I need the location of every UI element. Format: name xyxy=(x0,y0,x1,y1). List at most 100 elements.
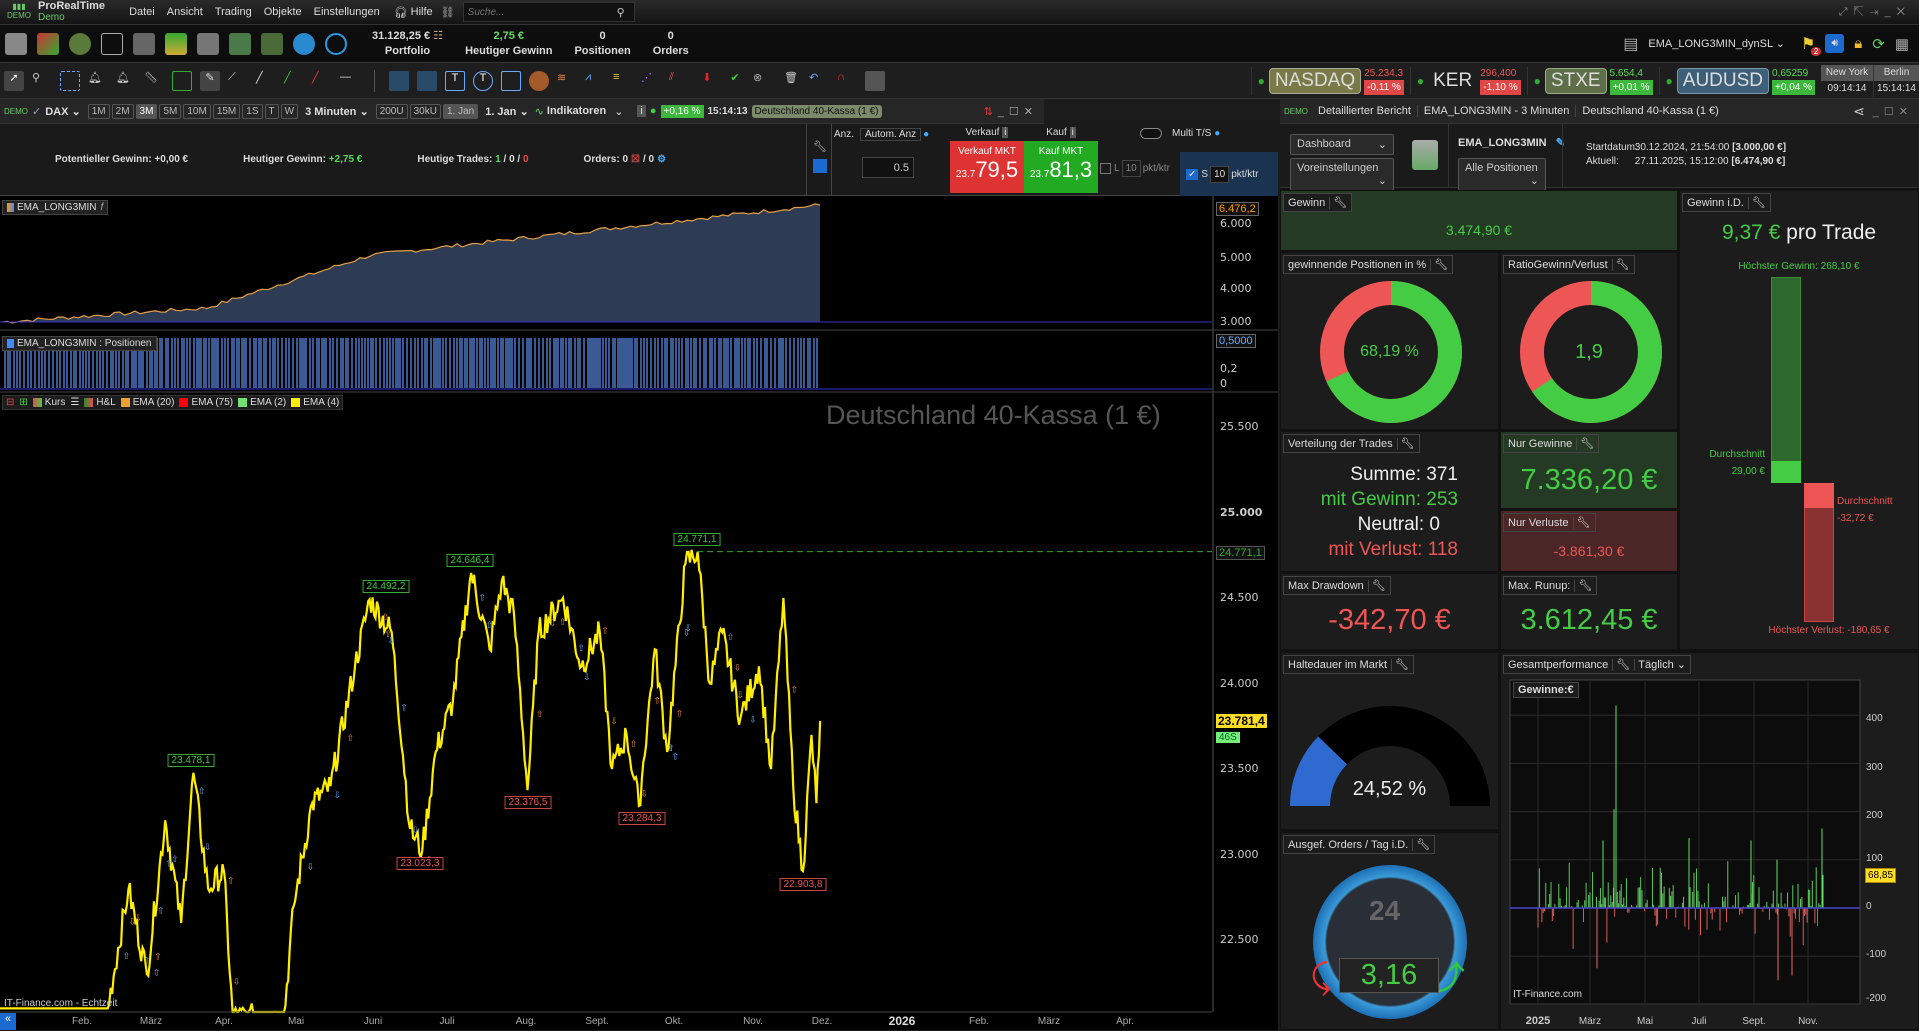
collapse-icon[interactable]: ⊟ xyxy=(6,397,14,408)
wrench-icon[interactable]: 🔧︎ xyxy=(1747,197,1766,209)
quantity-input[interactable] xyxy=(862,157,914,178)
timeframe-15m[interactable]: 15M xyxy=(212,103,241,119)
positions-filter-select[interactable]: Alle Positionen ⌄ xyxy=(1458,158,1546,191)
headset-icon[interactable]: 🎧︎ xyxy=(394,6,408,19)
check-icon[interactable]: ✔ xyxy=(725,71,745,91)
undo-icon[interactable]: ↶ xyxy=(809,71,829,91)
timeframe-2m[interactable]: 2M xyxy=(111,103,134,119)
ai-pattern2-icon[interactable] xyxy=(417,70,437,91)
interval-selector[interactable]: 3 Minuten ⌄ xyxy=(305,105,369,118)
portfolio-chart-icon[interactable] xyxy=(165,32,187,55)
units-1-jan[interactable]: 1. Jan xyxy=(442,103,479,119)
scroll-left-button[interactable]: « xyxy=(0,1013,16,1030)
units-30ku[interactable]: 30kU xyxy=(409,103,441,119)
chart-icon[interactable] xyxy=(37,32,59,55)
wrench-icon[interactable]: 🔧︎ xyxy=(1572,517,1591,529)
text-bubble-icon[interactable]: T xyxy=(473,70,493,91)
limit-input[interactable]: 10 xyxy=(1121,160,1141,177)
flag-icon[interactable]: ⚑ 2 xyxy=(1801,34,1822,56)
legend-ema4[interactable]: EMA (4) xyxy=(291,397,339,408)
sell-info-icon[interactable]: i xyxy=(1002,127,1009,138)
list-icon[interactable]: ☰ xyxy=(70,397,79,408)
help-menu[interactable]: Hilfe xyxy=(411,6,433,18)
ai-pattern-icon[interactable] xyxy=(389,70,409,91)
formula-icon[interactable]: f xyxy=(100,202,103,213)
wrench-icon[interactable]: 🔧︎ xyxy=(1612,659,1631,671)
ticker-audusd[interactable]: ● AUDUSD 0,65259 +0,04 % xyxy=(1658,66,1821,95)
menu-trading[interactable]: Trading xyxy=(215,6,252,18)
horizontal-line-icon[interactable]: — xyxy=(340,71,360,91)
order-settings-icon[interactable]: ⚙ xyxy=(657,154,666,165)
gann-icon[interactable]: ⋰ xyxy=(641,71,661,91)
buy-info-icon[interactable]: i xyxy=(1069,127,1076,138)
legend-ema75[interactable]: EMA (75) xyxy=(179,397,233,408)
buy-market-button[interactable]: Kauf MKT 23.781,3 xyxy=(1024,141,1098,193)
wrench-icon[interactable]: 🔧︎ xyxy=(1611,259,1630,271)
save-icon[interactable]: ▤ xyxy=(1623,34,1638,54)
report-window-controls[interactable]: _☐✕ xyxy=(1873,105,1913,118)
zoom-area-icon[interactable] xyxy=(60,70,80,91)
timeframe-t[interactable]: T xyxy=(264,103,279,119)
info-icon[interactable]: i xyxy=(637,105,646,117)
keyboard-icon[interactable] xyxy=(813,159,827,173)
backtest-icon[interactable] xyxy=(197,32,219,55)
wrench-icon[interactable]: 🔧︎ xyxy=(1367,580,1386,592)
magnet-icon[interactable]: ∩ xyxy=(837,71,857,91)
ticker-nasdaq[interactable]: ● NASDAQ 25.234,3 -0,11 % xyxy=(1250,66,1410,95)
menu-datei[interactable]: Datei xyxy=(129,6,155,18)
screener-icon[interactable] xyxy=(69,32,91,55)
instrument-badge[interactable]: Deutschland 40-Kassa (1 €) xyxy=(751,104,882,118)
wrench-icon[interactable]: 🔧︎ xyxy=(1396,438,1415,450)
sell-market-button[interactable]: Verkauf MKT 23.779,5 xyxy=(950,141,1024,193)
edit-icon[interactable]: ✎ xyxy=(1556,137,1565,149)
indicator-draw-icon[interactable] xyxy=(172,70,192,91)
legend-kurs[interactable]: Kurs xyxy=(32,397,65,408)
multi-help-icon[interactable]: ● xyxy=(1214,128,1220,139)
auto-quantity-button[interactable]: Autom. Anz xyxy=(860,128,922,141)
rectangle-icon[interactable] xyxy=(501,70,521,91)
system-selector[interactable]: EMA_LONG3MIN_dynSL ⌄ xyxy=(1648,37,1785,50)
text-icon[interactable]: T xyxy=(445,70,465,91)
settings-gears-icon[interactable] xyxy=(293,32,315,55)
chart-area[interactable]: ⇧⇧⇩⇧⇩⇧⇧⇧⇧⇩⇧⇧⇧⇧⇩⇩⇧⇧⇧⇩⇧⇧⇩⇩⇩⇧⇩⇧⇩⇧⇩⇧⇧⇧⇩⇧⇩⇧⇧⇧… xyxy=(0,196,1278,1030)
stop-input[interactable]: 10 xyxy=(1210,165,1230,183)
wrench-icon[interactable]: 🔧︎ xyxy=(1430,259,1449,271)
wrench-icon[interactable]: 🔧︎ xyxy=(1391,659,1410,671)
wrench-icon[interactable]: 🔧︎ xyxy=(1574,580,1593,592)
link-chart-icon[interactable]: ✓ xyxy=(32,105,41,118)
ruler-icon[interactable]: 📏︎ xyxy=(144,71,164,91)
indicator-icon[interactable] xyxy=(261,32,283,55)
instrument-selector[interactable]: DAX ⌄ xyxy=(45,105,81,118)
segment-icon[interactable]: ⟋ xyxy=(228,71,248,91)
timeframe-1m[interactable]: 1M xyxy=(87,103,110,119)
refresh-icon[interactable] xyxy=(325,32,347,55)
stop-checkbox[interactable]: ✓ xyxy=(1186,168,1199,180)
timeframe-5m[interactable]: 5M xyxy=(159,103,182,119)
alert-off-icon[interactable]: 🔔︎ xyxy=(88,71,108,91)
wrench-icon[interactable]: 🔧︎ xyxy=(1329,197,1348,209)
trash-icon[interactable]: 🗑︎ xyxy=(781,71,801,91)
ellipse-icon[interactable] xyxy=(529,70,549,91)
menu-einstellungen[interactable]: Einstellungen xyxy=(314,6,380,18)
ticker-ker[interactable]: ● KER 296,400 -1,10 % xyxy=(1409,66,1527,95)
cancel-orders-icon[interactable]: ☒ xyxy=(631,154,640,165)
pitchfork-icon[interactable]: ⫽ xyxy=(669,71,689,91)
chart-canvas[interactable]: ⇧⇧⇩⇧⇩⇧⇧⇧⇧⇩⇧⇧⇧⇧⇩⇩⇧⇧⇧⇩⇧⇧⇩⇩⇩⇧⇩⇧⇩⇧⇩⇧⇧⇧⇩⇧⇩⇧⇧⇧… xyxy=(0,196,1278,1030)
pointer-icon[interactable]: ➚ xyxy=(4,70,24,91)
wave-icon[interactable]: ⩘ xyxy=(585,71,605,91)
legend-ema2[interactable]: EMA (2) xyxy=(238,397,286,408)
multi-ts-toggle[interactable] xyxy=(1140,128,1162,139)
indicators-dropdown[interactable]: ⌄ xyxy=(614,105,623,118)
portfolio-summary[interactable]: 31.128,25 € ☷ Portfolio xyxy=(372,29,443,59)
units-200u[interactable]: 200U xyxy=(375,103,408,119)
calculator-icon[interactable]: ▦ xyxy=(1895,35,1909,53)
tab-system[interactable]: EMA_LONG3MIN - 3 Minuten xyxy=(1418,105,1577,117)
timeframe-w[interactable]: W xyxy=(280,103,299,119)
view-select[interactable]: Dashboard ⌄ xyxy=(1290,134,1394,155)
line-white-icon[interactable]: ╱ xyxy=(256,71,276,91)
expand-icon[interactable]: ⊞ xyxy=(19,397,27,408)
delete-objects-icon[interactable]: ⊗ xyxy=(753,71,773,91)
report-settings-icon[interactable] xyxy=(1412,140,1438,170)
alert-icon[interactable]: 🔔︎ xyxy=(116,71,136,91)
limit-checkbox[interactable] xyxy=(1100,163,1111,174)
